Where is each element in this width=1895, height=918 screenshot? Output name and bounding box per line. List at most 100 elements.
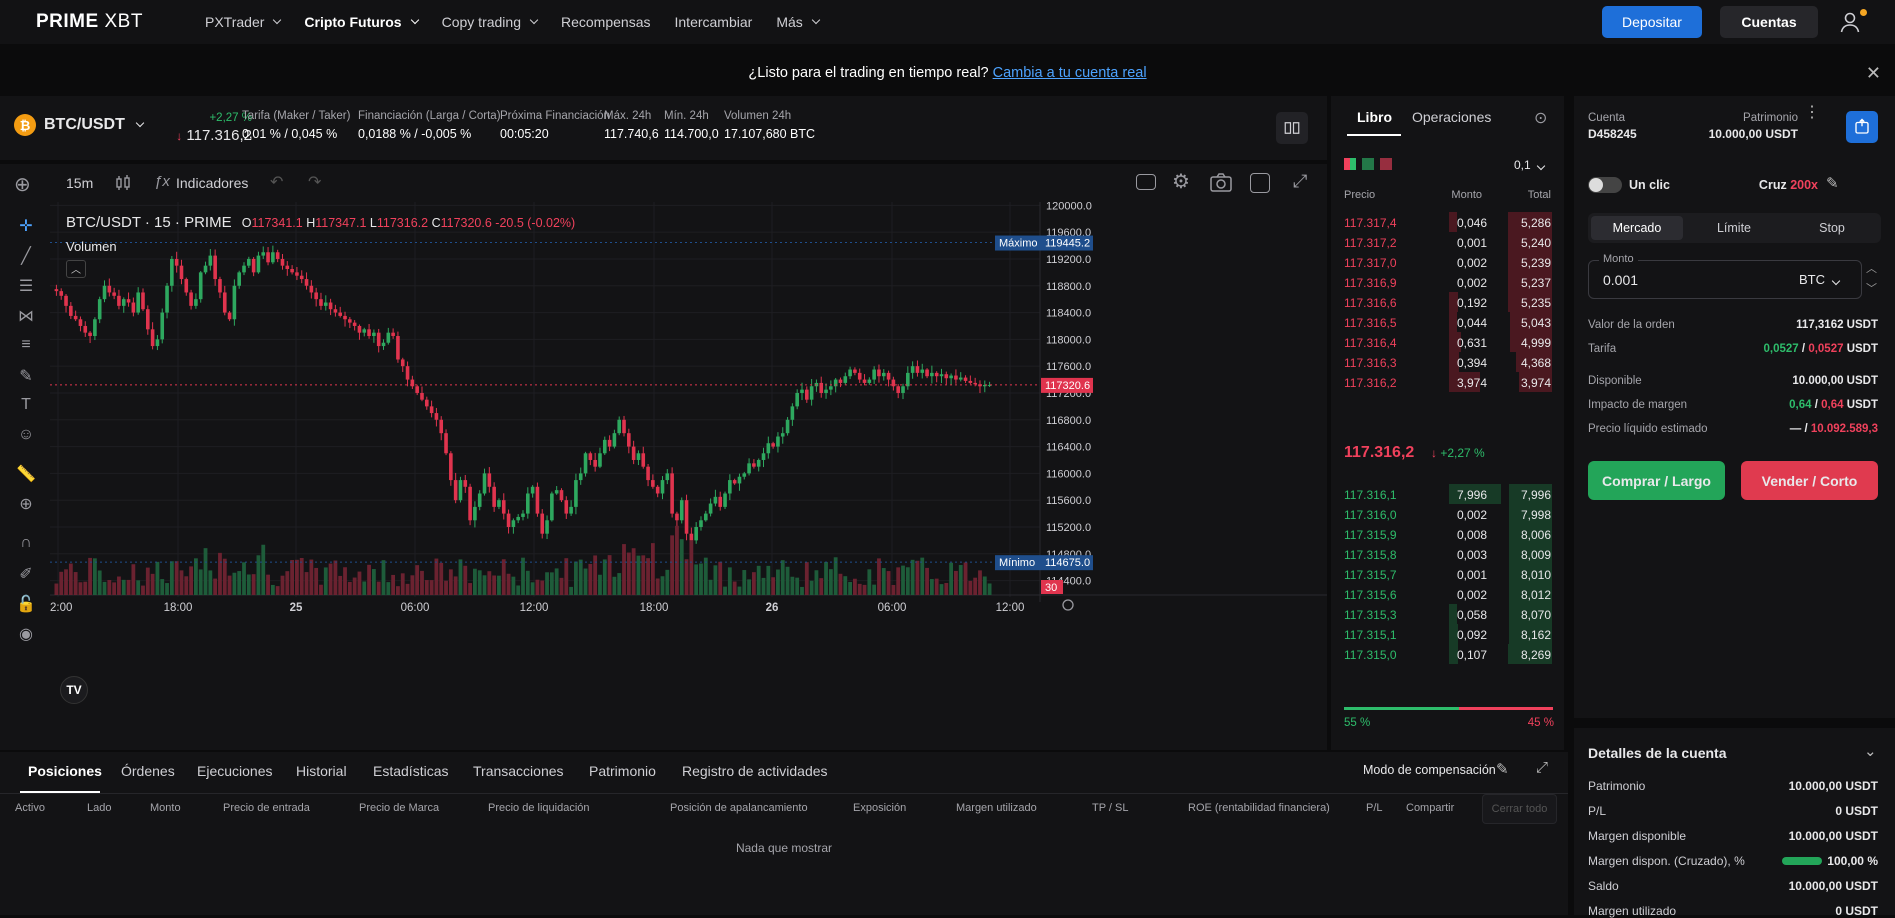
fullscreen-icon[interactable]: ⤢ [1293, 171, 1307, 192]
column-header[interactable]: Precio de Marca [359, 802, 439, 814]
eye-icon[interactable]: ◉ [15, 624, 37, 646]
tab-7[interactable]: Registro de actividades [682, 763, 828, 779]
nav-item-recompensas[interactable]: Recompensas [561, 14, 651, 30]
nav-item-pxtrader[interactable]: PXTrader [205, 14, 282, 30]
edit-icon[interactable]: ✎ [1496, 760, 1509, 778]
account-id[interactable]: D458245 [1588, 127, 1637, 141]
bid-row[interactable]: 117.315,9 0,008 8,006 [1343, 524, 1552, 546]
redo-icon[interactable]: ↷ [308, 172, 321, 192]
one-click-toggle[interactable] [1588, 177, 1622, 193]
column-header[interactable]: Margen utilizado [956, 802, 1037, 814]
view-asks-icon[interactable] [1380, 158, 1392, 170]
switch-real-account-link[interactable]: Cambia a tu cuenta real [993, 65, 1147, 81]
zoom-icon[interactable]: ⊕ [15, 494, 37, 516]
book-view-toggle[interactable] [1344, 158, 1392, 170]
compensation-mode[interactable]: Modo de compensación [1363, 763, 1496, 777]
deposit-button[interactable]: Depositar [1602, 6, 1702, 38]
bid-row[interactable]: 117.315,3 0,058 8,070 [1343, 604, 1552, 626]
tab-4[interactable]: Estadísticas [373, 763, 448, 779]
chevron-down-icon[interactable]: ⌄ [1864, 742, 1877, 760]
close-all-button[interactable]: Cerrar todo [1482, 794, 1557, 824]
nav-item-intercambiar[interactable]: Intercambiar [675, 14, 753, 30]
undo-icon[interactable]: ↶ [270, 172, 283, 192]
indicators-button[interactable]: Indicadores [176, 175, 248, 191]
candles-icon[interactable] [114, 174, 132, 192]
edit-icon[interactable]: ✎ [1826, 174, 1839, 192]
bid-row[interactable]: 117.315,0 0,107 8,269 [1343, 644, 1552, 666]
text-icon[interactable]: T [15, 396, 37, 418]
view-bids-icon[interactable] [1362, 158, 1374, 170]
nav-item-cripto-futuros[interactable]: Cripto Futuros [304, 14, 419, 30]
tradingview-logo[interactable]: TV [60, 676, 88, 704]
ask-row[interactable]: 117.316,3 0,394 4,368 [1343, 352, 1552, 374]
trendline-icon[interactable]: ╱ [15, 246, 37, 268]
decrement-icon[interactable]: ﹀ [1866, 280, 1877, 296]
bid-row[interactable]: 117.315,7 0,001 8,010 [1343, 564, 1552, 586]
arrow-right-circle-icon[interactable]: ⊙ [1534, 108, 1547, 128]
ask-row[interactable]: 117.317,2 0,001 5,240 [1343, 232, 1552, 254]
amount-input[interactable]: 0.001 [1603, 272, 1638, 288]
crosshair-icon[interactable]: ✛ [15, 216, 37, 238]
user-icon[interactable] [1838, 10, 1862, 34]
asset-selector[interactable]: BTC [1799, 272, 1840, 287]
layout-icon[interactable] [1136, 174, 1156, 190]
symbol-selector[interactable]: ₿ BTC/USDT [14, 114, 145, 136]
column-header[interactable]: Monto [150, 802, 181, 814]
book-icon[interactable] [1276, 112, 1308, 144]
channel-icon[interactable]: ≡ [15, 336, 37, 358]
tab-0[interactable]: Posiciones [28, 763, 102, 779]
column-header[interactable]: Activo [15, 802, 45, 814]
add-icon[interactable]: ⊕ [14, 172, 31, 197]
tab-trades[interactable]: Operaciones [1412, 109, 1491, 125]
column-header[interactable]: Compartir [1406, 802, 1454, 814]
buy-long-button[interactable]: Comprar / Largo [1588, 461, 1725, 500]
kebab-menu-icon[interactable]: ⋮ [1804, 105, 1820, 121]
column-header[interactable]: ROE (rentabilidad financiera) [1188, 802, 1330, 814]
close-icon[interactable]: ✕ [1866, 63, 1881, 84]
column-header[interactable]: Lado [87, 802, 111, 814]
collapse-icon[interactable]: ︿ [66, 260, 86, 278]
ask-row[interactable]: 117.317,4 0,046 5,286 [1343, 212, 1552, 234]
expand-icon[interactable]: ⤢ [1536, 759, 1548, 776]
sell-short-button[interactable]: Vender / Corto [1741, 461, 1878, 500]
increment-icon[interactable]: ︿ [1866, 260, 1877, 276]
column-header[interactable]: TP / SL [1092, 802, 1128, 814]
tab-book[interactable]: Libro [1357, 109, 1392, 125]
bid-row[interactable]: 117.316,0 0,002 7,998 [1343, 504, 1552, 526]
more-icon[interactable] [1250, 173, 1270, 193]
ruler-icon[interactable]: 📏 [15, 464, 37, 486]
ask-row[interactable]: 117.316,6 0,192 5,235 [1343, 292, 1552, 314]
candlestick-chart[interactable]: 120000.0119600.0119200.0118800.0118400.0… [44, 200, 1327, 750]
emoji-icon[interactable]: ☺ [15, 426, 37, 448]
step-selector[interactable]: 0,1 [1514, 158, 1546, 172]
column-header[interactable]: Exposición [853, 802, 906, 814]
view-both-icon[interactable] [1344, 158, 1356, 170]
tab-market[interactable]: Mercado [1591, 221, 1683, 235]
nav-item-copy-trading[interactable]: Copy trading [442, 14, 539, 30]
bid-row[interactable]: 117.315,1 0,092 8,162 [1343, 624, 1552, 646]
nav-item-m-s[interactable]: Más [776, 14, 821, 30]
column-header[interactable]: Posición de apalancamiento [670, 802, 808, 814]
bid-row[interactable]: 117.315,8 0,003 8,009 [1343, 544, 1552, 566]
camera-icon[interactable] [1210, 173, 1232, 193]
tab-1[interactable]: Órdenes [121, 763, 175, 779]
amount-field[interactable]: Monto 0.001 BTC [1588, 253, 1862, 299]
ask-row[interactable]: 117.317,0 0,002 5,239 [1343, 252, 1552, 274]
transfer-icon[interactable] [1846, 111, 1878, 143]
column-header[interactable]: Precio de liquidación [488, 802, 590, 814]
fib-icon[interactable]: ☰ [15, 276, 37, 298]
brush-icon[interactable]: ✎ [15, 366, 37, 388]
tab-3[interactable]: Historial [296, 763, 347, 779]
tab-5[interactable]: Transacciones [473, 763, 564, 779]
ask-row[interactable]: 117.316,9 0,002 5,237 [1343, 272, 1552, 294]
accounts-button[interactable]: Cuentas [1720, 6, 1818, 38]
column-header[interactable]: Precio de entrada [223, 802, 310, 814]
bid-row[interactable]: 117.316,1 7,996 7,996 [1343, 484, 1552, 506]
ask-row[interactable]: 117.316,4 0,631 4,999 [1343, 332, 1552, 354]
tab-6[interactable]: Patrimonio [589, 763, 656, 779]
tab-limit[interactable]: Límite [1688, 221, 1780, 235]
tab-2[interactable]: Ejecuciones [197, 763, 273, 779]
ask-row[interactable]: 117.316,2 3,974 3,974 [1343, 372, 1552, 394]
bid-row[interactable]: 117.315,6 0,002 8,012 [1343, 584, 1552, 606]
tab-stop[interactable]: Stop [1786, 221, 1878, 235]
